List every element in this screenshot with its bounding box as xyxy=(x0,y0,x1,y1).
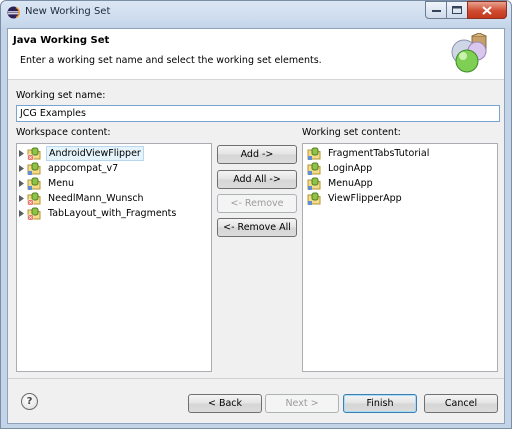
list-item-label: MenuApp xyxy=(328,178,373,189)
android-project-icon xyxy=(27,177,41,190)
working-set-content-list[interactable]: FragmentTabsTutorial LoginApp MenuApp Vi… xyxy=(302,143,498,372)
help-icon: ? xyxy=(26,396,33,407)
tree-item[interactable]: appcompat_v7 xyxy=(17,161,120,176)
tree-item-label: appcompat_v7 xyxy=(48,163,119,174)
working-set-wizard-icon xyxy=(451,33,487,73)
android-project-icon xyxy=(307,162,321,175)
window-title: New Working Set xyxy=(25,6,111,17)
tree-item-label: NeedlMann_Wunsch xyxy=(48,193,144,204)
android-project-error-icon xyxy=(27,192,41,205)
add-button[interactable]: Add -> xyxy=(217,145,297,164)
close-icon xyxy=(482,5,492,15)
remove-all-button[interactable]: <- Remove All xyxy=(217,218,297,237)
close-button[interactable] xyxy=(467,1,507,19)
header-banner: Java Working Set Enter a working set nam… xyxy=(8,29,504,80)
working-set-content-label: Working set content: xyxy=(302,127,401,138)
android-project-icon xyxy=(307,177,321,190)
maximize-button[interactable] xyxy=(446,1,468,19)
tree-item[interactable]: TabLayout_with_Fragments xyxy=(17,206,178,221)
tree-item[interactable]: AndroidViewFlipper xyxy=(17,146,144,161)
dialog-client: Java Working Set Enter a working set nam… xyxy=(7,28,505,424)
minimize-button[interactable] xyxy=(425,1,447,19)
list-item-label: FragmentTabsTutorial xyxy=(328,148,430,159)
footer-separator xyxy=(8,378,504,379)
tree-item-label: Menu xyxy=(48,178,75,189)
android-project-error-icon xyxy=(27,207,41,220)
dialog-window: New Working Set Java Working Set Enter a… xyxy=(0,0,512,429)
list-item[interactable]: LoginApp xyxy=(306,161,374,176)
tree-item[interactable]: NeedlMann_Wunsch xyxy=(17,191,146,206)
page-description: Enter a working set name and select the … xyxy=(20,55,322,66)
tree-item[interactable]: Menu xyxy=(17,176,76,191)
page-title: Java Working Set xyxy=(13,35,110,46)
list-item-label: ViewFlipperApp xyxy=(328,193,402,204)
expand-arrow-icon[interactable] xyxy=(17,191,26,206)
next-button[interactable]: Next > xyxy=(265,394,339,413)
workspace-content-tree[interactable]: AndroidViewFlipper appcompat_v7 Menu Nee… xyxy=(16,143,212,372)
list-item[interactable]: FragmentTabsTutorial xyxy=(306,146,431,161)
back-button[interactable]: < Back xyxy=(188,394,262,413)
working-set-name-input[interactable]: JCG Examples xyxy=(16,105,500,122)
android-project-icon xyxy=(307,147,321,160)
list-item-label: LoginApp xyxy=(328,163,373,174)
list-item[interactable]: MenuApp xyxy=(306,176,375,191)
add-all-button[interactable]: Add All -> xyxy=(217,170,297,189)
title-bar[interactable]: New Working Set xyxy=(1,1,511,27)
workspace-content-label: Workspace content: xyxy=(16,127,111,138)
expand-arrow-icon[interactable] xyxy=(17,161,26,176)
cancel-button[interactable]: Cancel xyxy=(424,394,498,413)
maximize-icon xyxy=(452,6,462,14)
eclipse-icon xyxy=(7,6,20,19)
android-project-icon xyxy=(27,162,41,175)
android-project-error-icon xyxy=(27,147,41,160)
android-project-icon xyxy=(307,192,321,205)
expand-arrow-icon[interactable] xyxy=(17,176,26,191)
expand-arrow-icon[interactable] xyxy=(17,146,26,161)
minimize-icon xyxy=(431,10,441,12)
finish-button[interactable]: Finish xyxy=(343,394,417,413)
remove-button[interactable]: <- Remove xyxy=(217,194,297,213)
expand-arrow-icon[interactable] xyxy=(17,206,26,221)
tree-item-label: TabLayout_with_Fragments xyxy=(48,208,177,219)
working-set-name-label: Working set name: xyxy=(16,90,106,101)
tree-item-label: AndroidViewFlipper xyxy=(46,146,144,161)
list-item[interactable]: ViewFlipperApp xyxy=(306,191,404,206)
help-button[interactable]: ? xyxy=(21,393,38,410)
